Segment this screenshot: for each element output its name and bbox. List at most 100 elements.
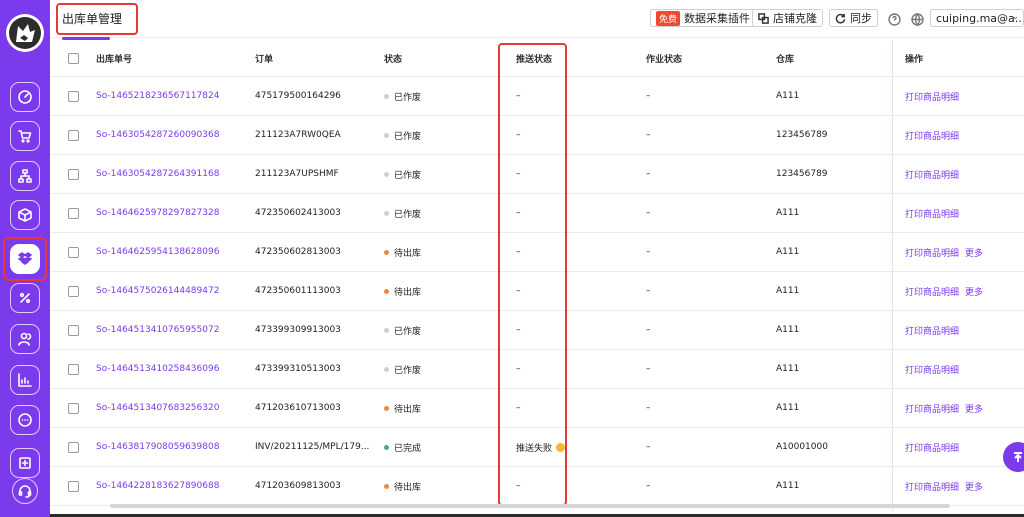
- row-checkbox[interactable]: [68, 168, 79, 180]
- warehouse: A111: [776, 91, 800, 101]
- top-header: 出库单管理 免费 数据采集插件 店铺克隆 同步 cuiping.ma@a... …: [50, 0, 1024, 40]
- status-dot: [384, 171, 389, 177]
- nav-outbound[interactable]: [10, 244, 40, 274]
- status-dot: [384, 366, 389, 372]
- status-text: 待出库: [394, 404, 422, 415]
- language-button[interactable]: [911, 11, 924, 27]
- row-checkbox[interactable]: [68, 480, 79, 492]
- bar-chart-icon: [18, 373, 32, 387]
- plus-square-icon: [19, 457, 31, 469]
- job-status: –: [646, 403, 651, 413]
- print-details-link[interactable]: 打印商品明细: [905, 233, 959, 271]
- outbound-id-link[interactable]: So-1464575026144489472: [96, 272, 219, 310]
- help-button[interactable]: [888, 11, 901, 26]
- clone-label: 店铺克隆: [773, 12, 817, 25]
- status-dot: [384, 210, 389, 216]
- order-number: 472350602413003: [255, 208, 341, 218]
- row-checkbox[interactable]: [68, 285, 79, 297]
- data-collection-plugin-button[interactable]: 免费 数据采集插件: [650, 9, 757, 27]
- job-status: –: [646, 481, 651, 491]
- chevron-down-icon: ⌄: [1011, 12, 1019, 22]
- warehouse: 123456789: [776, 130, 828, 140]
- outbound-id-link[interactable]: So-1464513410765955072: [96, 311, 219, 349]
- status-badge: 待出库: [384, 272, 421, 310]
- status-badge: 待出库: [384, 233, 421, 271]
- nav-support[interactable]: [12, 478, 38, 504]
- warehouse: A111: [776, 247, 800, 257]
- col-status: 状态: [384, 54, 403, 65]
- print-details-link[interactable]: 打印商品明细: [905, 467, 959, 505]
- row-checkbox[interactable]: [68, 324, 79, 336]
- outbound-id-link[interactable]: So-1464513407683256320: [96, 389, 219, 427]
- sync-label: 同步: [850, 12, 872, 25]
- status-text: 已作废: [394, 92, 422, 103]
- print-details-link[interactable]: 打印商品明细: [905, 116, 959, 154]
- nav-add[interactable]: [10, 448, 40, 478]
- more-link[interactable]: 更多: [965, 467, 983, 505]
- warehouse: A111: [776, 208, 800, 218]
- outbound-id-link[interactable]: So-1464228183627890688: [96, 467, 219, 505]
- status-dot: [384, 249, 389, 255]
- select-all-checkbox[interactable]: [68, 52, 79, 64]
- status-text: 已完成: [394, 443, 422, 454]
- print-details-link[interactable]: 打印商品明细: [905, 428, 959, 466]
- print-details-link[interactable]: 打印商品明细: [905, 272, 959, 310]
- row-checkbox[interactable]: [68, 129, 79, 141]
- row-checkbox[interactable]: [68, 363, 79, 375]
- nav-products[interactable]: [10, 200, 40, 230]
- row-checkbox[interactable]: [68, 207, 79, 219]
- outbound-id-link[interactable]: So-1463054287264391168: [96, 155, 219, 193]
- status-text: 待出库: [394, 248, 422, 259]
- outbound-id-link[interactable]: So-1463817908059639808: [96, 428, 219, 466]
- print-details-link[interactable]: 打印商品明细: [905, 194, 959, 232]
- store-clone-button[interactable]: 店铺克隆: [752, 9, 823, 27]
- row-checkbox[interactable]: [68, 90, 79, 102]
- status-badge: 已作废: [384, 116, 421, 154]
- nav-discounts[interactable]: [10, 283, 40, 313]
- row-checkbox[interactable]: [68, 402, 79, 414]
- col-order: 订单: [255, 54, 274, 65]
- percent-icon: [19, 292, 31, 304]
- status-badge: 待出库: [384, 467, 421, 505]
- horizontal-scrollbar[interactable]: [110, 504, 950, 508]
- push-status-highlight: [498, 43, 567, 506]
- cart-icon: [18, 130, 32, 143]
- order-number: 473399310513003: [255, 364, 341, 374]
- users-icon: [18, 332, 32, 346]
- logo[interactable]: [6, 14, 44, 52]
- globe-icon: [911, 13, 924, 27]
- more-link[interactable]: 更多: [965, 389, 983, 427]
- row-checkbox[interactable]: [68, 441, 79, 453]
- outbound-id-link[interactable]: So-1464625978297827328: [96, 194, 219, 232]
- outbound-id-link[interactable]: So-1464513410258436096: [96, 350, 219, 388]
- sync-button[interactable]: 同步: [829, 9, 878, 27]
- status-badge: 已完成: [384, 428, 421, 466]
- nav-organization[interactable]: [10, 161, 40, 191]
- more-link[interactable]: 更多: [965, 233, 983, 271]
- nav-orders[interactable]: [10, 121, 40, 151]
- row-checkbox[interactable]: [68, 246, 79, 258]
- print-details-link[interactable]: 打印商品明细: [905, 389, 959, 427]
- order-number: 471203610713003: [255, 403, 341, 413]
- page-title: 出库单管理: [62, 12, 123, 26]
- outbound-id-link[interactable]: So-1464625954138628096: [96, 233, 219, 271]
- user-menu[interactable]: cuiping.ma@a... ⌄: [930, 9, 1024, 27]
- job-status: –: [646, 364, 651, 374]
- outbound-id-link[interactable]: So-1465218236567117824: [96, 77, 219, 115]
- more-link[interactable]: 更多: [965, 272, 983, 310]
- nav-dashboard[interactable]: [10, 82, 40, 112]
- print-details-link[interactable]: 打印商品明细: [905, 311, 959, 349]
- status-badge: 已作废: [384, 155, 421, 193]
- print-details-link[interactable]: 打印商品明细: [905, 155, 959, 193]
- status-dot: [384, 483, 389, 489]
- box-icon: [18, 208, 32, 222]
- status-badge: 已作废: [384, 311, 421, 349]
- nav-users[interactable]: [10, 324, 40, 354]
- nav-reports[interactable]: [10, 365, 40, 395]
- print-details-link[interactable]: 打印商品明细: [905, 77, 959, 115]
- outbound-id-link[interactable]: So-1463054287260090368: [96, 116, 219, 154]
- print-details-link[interactable]: 打印商品明细: [905, 350, 959, 388]
- status-badge: 已作废: [384, 194, 421, 232]
- nav-messages[interactable]: [10, 405, 40, 435]
- order-number: 473399309913003: [255, 325, 341, 335]
